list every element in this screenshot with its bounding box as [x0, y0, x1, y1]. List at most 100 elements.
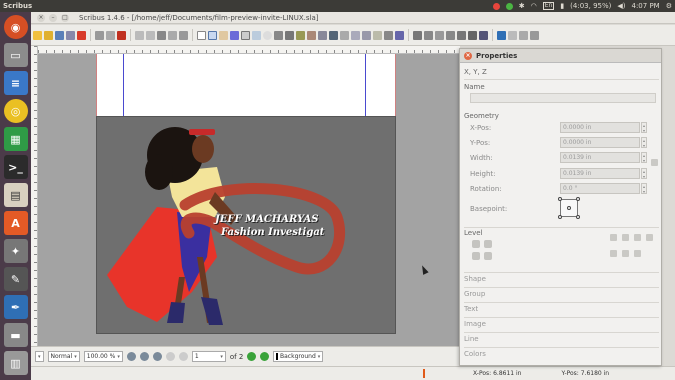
first-page-icon[interactable] — [165, 352, 175, 361]
height-stepper[interactable]: ▴ ▾ — [641, 168, 647, 179]
trash-icon[interactable]: ▥ — [3, 351, 28, 375]
name-field[interactable] — [470, 93, 656, 103]
section-group[interactable]: Group — [464, 287, 659, 300]
preview-mode-select[interactable]: ▾ — [35, 351, 44, 362]
clock[interactable]: 4:07 PM — [632, 2, 660, 10]
section-colors[interactable]: Colors — [464, 347, 659, 360]
basepoint-bottom-right[interactable] — [576, 215, 580, 219]
maximize-icon[interactable]: □ — [61, 13, 69, 22]
table-icon[interactable] — [241, 30, 250, 40]
extra-tool-icon[interactable] — [508, 30, 517, 40]
print-icon[interactable] — [95, 30, 104, 40]
pdf-button-icon[interactable] — [413, 30, 422, 40]
section-line[interactable]: Line — [464, 332, 659, 345]
basepoint-bottom-left[interactable] — [558, 215, 562, 219]
image-frame-icon[interactable] — [219, 30, 228, 40]
software-center-icon[interactable]: A — [3, 211, 28, 235]
status-icon[interactable] — [505, 2, 513, 10]
section-image[interactable]: Image — [464, 317, 659, 330]
gear-icon[interactable]: ⚙ — [666, 2, 672, 10]
xpos-field[interactable]: 0.0000 in — [560, 122, 640, 133]
drive-icon[interactable]: ▬ — [3, 323, 28, 347]
cut-icon[interactable] — [157, 30, 166, 40]
edit-text-icon[interactable] — [351, 30, 360, 40]
pdf-checkbox-icon[interactable] — [435, 30, 444, 40]
close-doc-icon[interactable] — [77, 30, 86, 40]
extra-tool-icon[interactable] — [530, 30, 539, 40]
writer-icon[interactable]: ≡ — [3, 71, 28, 95]
minimize-icon[interactable]: – — [49, 13, 57, 22]
rotate-icon[interactable] — [318, 30, 327, 40]
save-icon[interactable] — [55, 30, 64, 40]
link-frames-icon[interactable] — [362, 30, 371, 40]
flip-horizontal-icon[interactable] — [610, 234, 617, 241]
basepoint-selector[interactable] — [558, 197, 580, 219]
height-field[interactable]: 0.0139 in — [560, 168, 640, 179]
pdf-combobox-icon[interactable] — [446, 30, 455, 40]
prev-page-icon[interactable] — [178, 352, 188, 361]
lower-icon[interactable] — [472, 252, 480, 260]
extra-tool-icon[interactable] — [519, 30, 528, 40]
lock-icon[interactable] — [634, 234, 641, 241]
illustration[interactable] — [97, 117, 397, 335]
open-icon[interactable] — [44, 30, 53, 40]
ypos-field[interactable]: 0.0000 in — [560, 137, 640, 148]
page-1-bottom[interactable] — [96, 54, 396, 116]
canvas-workspace[interactable]: JEFF MACHARYAS Fashion Investigat — [38, 54, 460, 346]
rotation-field[interactable]: 0.0 ° — [560, 183, 640, 194]
flip-vertical-icon[interactable] — [610, 250, 617, 257]
section-text[interactable]: Text — [464, 302, 659, 315]
tab-xyz[interactable]: X, Y, Z — [464, 68, 487, 76]
line-icon[interactable] — [285, 30, 294, 40]
raise-icon[interactable] — [484, 240, 492, 248]
page-select[interactable]: 1 ▾ — [191, 351, 226, 362]
last-page-icon[interactable] — [260, 352, 270, 361]
chrome-launcher-icon[interactable]: ◎ — [3, 99, 28, 123]
dash-home-icon[interactable]: ◉ — [3, 15, 28, 39]
caption-title[interactable]: Fashion Investigat — [221, 227, 324, 238]
raise-to-top-icon[interactable] — [472, 240, 480, 248]
edit-content-icon[interactable] — [340, 30, 349, 40]
lower-to-bottom-icon[interactable] — [484, 252, 492, 260]
eyedropper-icon[interactable] — [395, 30, 404, 40]
paste-icon[interactable] — [179, 30, 188, 40]
zoom-input[interactable]: 100.00 % ▾ — [83, 351, 123, 362]
close-icon[interactable]: × — [37, 13, 45, 22]
render-frame-icon[interactable] — [230, 30, 239, 40]
polygon-icon[interactable] — [263, 30, 272, 40]
horizontal-ruler[interactable] — [38, 46, 460, 54]
battery-status[interactable]: (4:03, 95%) — [570, 2, 611, 10]
terminal-icon[interactable]: >_ — [3, 155, 28, 179]
measure-icon[interactable] — [384, 30, 393, 40]
printing-icon[interactable] — [622, 250, 629, 257]
view-mode-select[interactable]: Normal ▾ — [47, 351, 80, 362]
visible-icon[interactable] — [622, 234, 629, 241]
undo-icon[interactable] — [135, 30, 144, 40]
document-viewer-icon[interactable]: ▤ — [3, 183, 28, 207]
pdf-textfield-icon[interactable] — [424, 30, 433, 40]
select-icon[interactable] — [197, 30, 206, 40]
text-frame-icon[interactable] — [208, 30, 217, 40]
chain-lock-icon[interactable] — [651, 159, 658, 166]
rotation-stepper[interactable]: ▴ ▾ — [641, 183, 647, 194]
tools-icon[interactable]: ✎ — [3, 267, 28, 291]
new-icon[interactable] — [33, 30, 42, 40]
no-text-flow-icon[interactable] — [634, 250, 641, 257]
bezier-icon[interactable] — [296, 30, 305, 40]
copy-icon[interactable] — [168, 30, 177, 40]
zoom-icon[interactable] — [329, 30, 338, 40]
save-as-icon[interactable] — [66, 30, 75, 40]
resize-lock-icon[interactable] — [646, 234, 653, 241]
freehand-icon[interactable] — [307, 30, 316, 40]
basepoint-top-right[interactable] — [576, 197, 580, 201]
basepoint-top-left[interactable] — [558, 197, 562, 201]
wifi-icon[interactable]: ◠ — [531, 2, 537, 10]
zoom-in-icon[interactable] — [152, 352, 162, 361]
keyboard-layout[interactable]: En — [542, 2, 555, 10]
shape-icon[interactable] — [252, 30, 261, 40]
page-2[interactable]: JEFF MACHARYAS Fashion Investigat — [96, 116, 396, 334]
bluetooth-icon[interactable]: ✱ — [519, 2, 525, 10]
redo-icon[interactable] — [146, 30, 155, 40]
properties-titlebar[interactable]: × Properties — [460, 49, 661, 63]
width-stepper[interactable]: ▴ ▾ — [641, 152, 647, 163]
